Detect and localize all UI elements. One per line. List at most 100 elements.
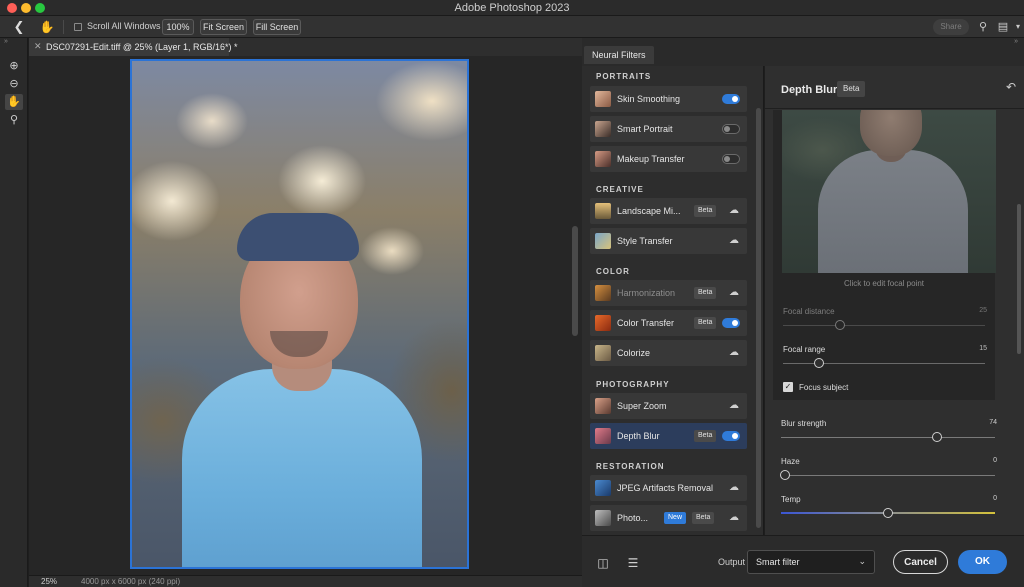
scroll-all-windows-checkbox[interactable] (74, 23, 82, 31)
cloud-download-icon[interactable]: ☁ (729, 482, 739, 493)
chevron-down-icon[interactable]: ▾ (1010, 19, 1024, 35)
cloud-download-icon[interactable]: ☁ (729, 287, 739, 298)
filter-name: Skin Smoothing (617, 94, 681, 104)
canvas-area[interactable] (29, 56, 582, 575)
depth-blur-settings: Depth Blur Beta ↶ Click to edit focal po… (765, 66, 1024, 535)
zoom-in-icon[interactable]: ⊕ (5, 58, 23, 74)
focal-point-preview[interactable] (782, 110, 996, 273)
temp-handle[interactable] (883, 508, 893, 518)
focus-subject-checkbox[interactable]: ✓ (783, 382, 793, 392)
blur-strength-value: 74 (989, 419, 997, 426)
neural-filters-footer: ◫ ☰ Output Smart filter ⌄ Cancel OK (582, 535, 1024, 587)
harmonization-icon (595, 285, 611, 301)
landscape-mixer-icon (595, 203, 611, 219)
focal-range-value: 15 (979, 345, 987, 352)
zoom-out-icon[interactable]: ⊖ (5, 76, 23, 92)
color-transfer-icon (595, 315, 611, 331)
collapse-icon[interactable]: » (1014, 38, 1018, 45)
focal-distance-slider[interactable] (783, 320, 985, 330)
filter-colorize[interactable]: Colorize ☁ (590, 340, 747, 366)
smart-portrait-toggle[interactable] (722, 124, 740, 134)
depth-blur-toggle[interactable] (722, 431, 740, 441)
cloud-download-icon[interactable]: ☁ (729, 400, 739, 411)
filter-name: Depth Blur (617, 431, 660, 441)
fill-screen-button[interactable]: Fill Screen (253, 19, 301, 35)
workspace-icon[interactable]: ▤ (995, 19, 1011, 35)
output-value: Smart filter (756, 557, 800, 567)
document-tab[interactable]: ✕ DSC07291-Edit.tiff @ 25% (Layer 1, RGB… (29, 38, 238, 56)
super-zoom-icon (595, 398, 611, 414)
ok-button[interactable]: OK (958, 550, 1007, 574)
filter-name: Style Transfer (617, 236, 673, 246)
filter-color-transfer[interactable]: Color Transfer Beta (590, 310, 747, 336)
magnifier-icon[interactable]: ⚲ (5, 112, 23, 128)
filter-name: Colorize (617, 348, 651, 358)
close-icon[interactable]: ✕ (34, 41, 42, 52)
fit-screen-button[interactable]: Fit Screen (200, 19, 247, 35)
compare-icon[interactable]: ◫ (594, 554, 612, 572)
filter-makeup-transfer[interactable]: Makeup Transfer (590, 146, 747, 172)
skin-smoothing-toggle[interactable] (722, 94, 740, 104)
preview-shirt (818, 150, 968, 273)
blur-strength-slider[interactable] (781, 432, 995, 442)
cloud-download-icon[interactable]: ☁ (729, 347, 739, 358)
cloud-download-icon[interactable]: ☁ (729, 205, 739, 216)
temp-label: Temp (781, 495, 801, 504)
focus-subject-label: Focus subject (799, 383, 849, 392)
filter-name: Harmonization (617, 288, 676, 298)
haze-slider[interactable] (780, 470, 995, 480)
hand-tool-icon[interactable]: ✋ (38, 18, 56, 36)
reset-icon[interactable]: ↶ (1006, 80, 1016, 94)
divider (63, 20, 64, 34)
filter-jpeg-artifacts-removal[interactable]: JPEG Artifacts Removal ☁ (590, 475, 747, 501)
focal-range-slider[interactable] (783, 358, 985, 368)
settings-scrollbar[interactable] (1017, 204, 1021, 354)
focal-range-handle[interactable] (814, 358, 825, 368)
hand-tool-icon[interactable]: ✋ (5, 94, 23, 110)
filter-harmonization[interactable]: Harmonization Beta ☁ (590, 280, 747, 306)
zoom-level[interactable]: 25% (41, 577, 57, 586)
style-transfer-icon (595, 233, 611, 249)
document-image[interactable] (130, 59, 469, 569)
app-title: Adobe Photoshop 2023 (454, 2, 570, 14)
filter-photo-restoration[interactable]: Photo... New Beta ☁ (590, 505, 747, 531)
beta-badge: Beta (694, 205, 717, 217)
focal-distance-label: Focal distance (783, 307, 835, 316)
blur-strength-handle[interactable] (932, 432, 943, 442)
share-button[interactable]: Share (933, 19, 969, 35)
cloud-download-icon[interactable]: ☁ (729, 235, 739, 246)
makeup-transfer-icon (595, 151, 611, 167)
zoom-100-button[interactable]: 100% (162, 19, 194, 35)
preview-caption: Click to edit focal point (843, 279, 925, 288)
temp-slider[interactable] (781, 508, 995, 518)
cloud-download-icon[interactable]: ☁ (729, 512, 739, 523)
filter-list-scrollbar[interactable] (756, 108, 761, 528)
haze-handle[interactable] (780, 470, 791, 480)
back-icon[interactable]: ❮ (10, 18, 28, 36)
makeup-transfer-toggle[interactable] (722, 154, 740, 164)
canvas-scrollbar[interactable] (572, 226, 578, 336)
filter-style-transfer[interactable]: Style Transfer ☁ (590, 228, 747, 254)
beta-badge: Beta (694, 430, 717, 442)
filter-depth-blur[interactable]: Depth Blur Beta (590, 423, 747, 449)
section-color: COLOR (596, 267, 630, 276)
cancel-button[interactable]: Cancel (893, 550, 948, 574)
focal-distance-handle[interactable] (834, 320, 845, 330)
layers-icon[interactable]: ☰ (624, 554, 642, 572)
filter-name: Photo... (617, 513, 649, 523)
neural-filters-tab[interactable]: Neural Filters (584, 46, 654, 64)
output-select[interactable]: Smart filter ⌄ (747, 550, 875, 574)
color-transfer-toggle[interactable] (722, 318, 740, 328)
collapse-icon[interactable]: » (4, 38, 8, 45)
filter-landscape-mixer[interactable]: Landscape Mi... Beta ☁ (590, 198, 747, 224)
focal-point-box: Click to edit focal point Focal distance… (773, 110, 996, 400)
subject-hair (237, 213, 359, 261)
filter-super-zoom[interactable]: Super Zoom ☁ (590, 393, 747, 419)
haze-value: 0 (993, 457, 997, 464)
search-icon[interactable]: ⚲ (975, 19, 991, 35)
filter-name: Smart Portrait (617, 124, 673, 134)
blur-strength-label: Blur strength (781, 419, 827, 428)
settings-title: Depth Blur (781, 84, 838, 96)
filter-smart-portrait[interactable]: Smart Portrait (590, 116, 747, 142)
filter-skin-smoothing[interactable]: Skin Smoothing (590, 86, 747, 112)
